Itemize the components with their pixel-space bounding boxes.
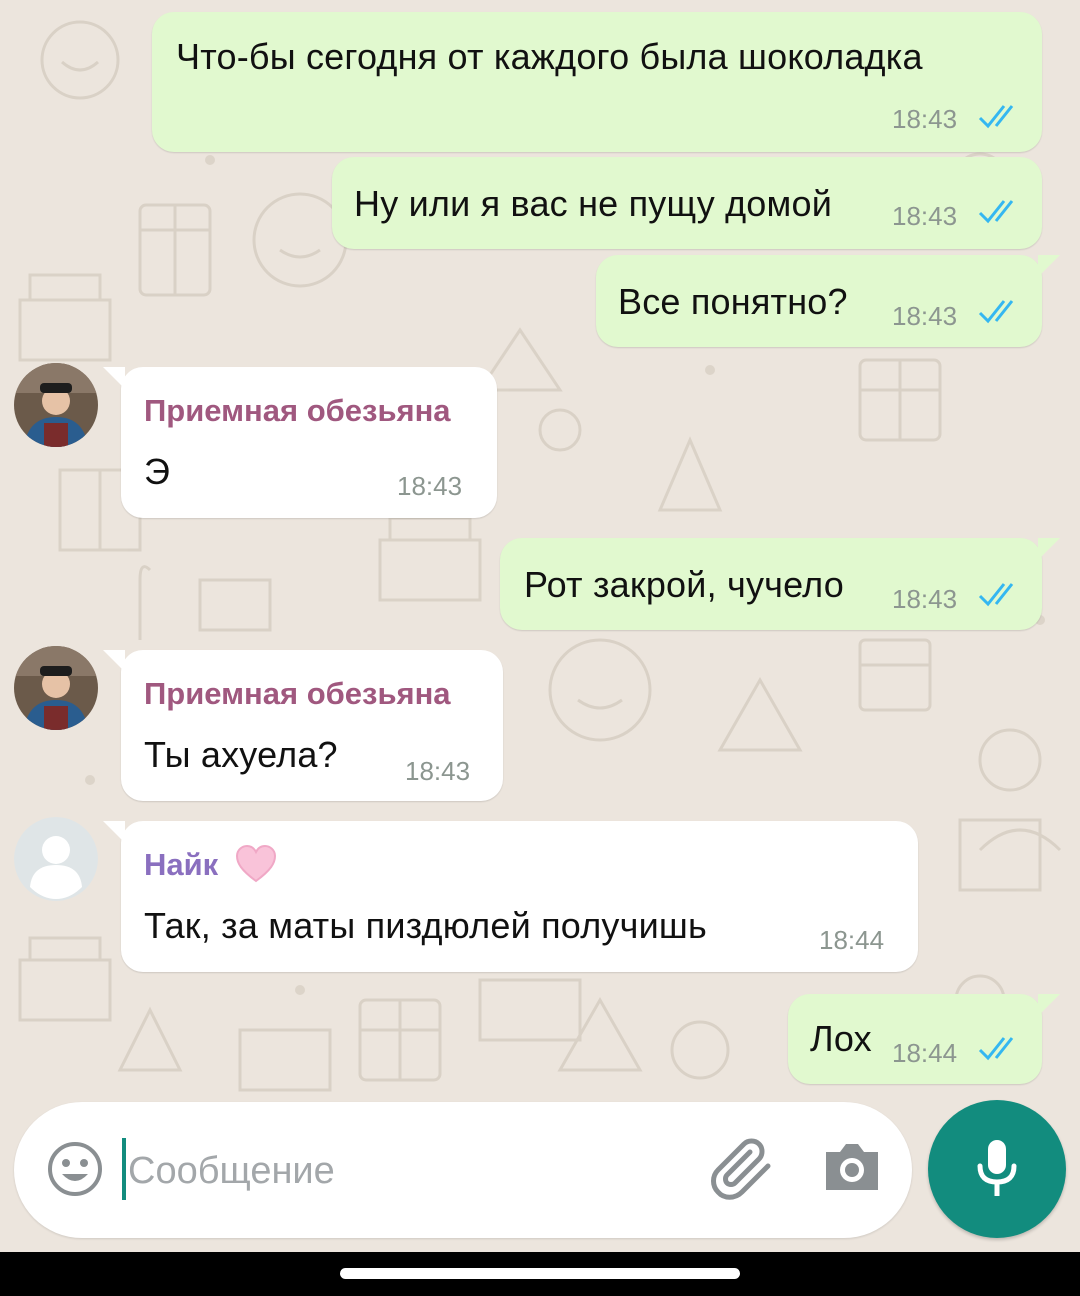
- emoji-icon[interactable]: [46, 1140, 104, 1198]
- message-time: 18:43: [892, 104, 958, 134]
- message-time: 18:43: [397, 471, 463, 501]
- sender-avatar[interactable]: [14, 646, 98, 730]
- avatar-photo-icon: [14, 363, 98, 447]
- sender-avatar[interactable]: [14, 363, 98, 447]
- read-receipt-icon: [978, 583, 1014, 607]
- message-text: Э: [144, 451, 171, 492]
- outgoing-message[interactable]: Рот закрой, чучело 18:43: [500, 538, 1060, 630]
- message-text: Лох: [810, 1018, 872, 1059]
- read-receipt-icon: [978, 300, 1014, 324]
- camera-icon[interactable]: [822, 1140, 882, 1192]
- message-time: 18:44: [892, 1038, 958, 1068]
- sender-name: Приемная обезьяна: [144, 393, 451, 428]
- incoming-message[interactable]: Приемная обезьяна Ты ахуела? 18:43: [103, 650, 503, 801]
- message-text: Так, за маты пиздюлей получишь: [144, 905, 707, 946]
- sender-avatar-default[interactable]: [14, 817, 98, 901]
- message-composer: [14, 1102, 912, 1238]
- outgoing-message[interactable]: Что-бы сегодня от каждого была шоколадка…: [152, 12, 1042, 152]
- message-text: Ты ахуела?: [144, 734, 338, 775]
- outgoing-message[interactable]: Лох 18:44: [788, 994, 1060, 1084]
- default-person-icon: [14, 817, 98, 901]
- sender-name: Найк: [144, 847, 219, 882]
- read-receipt-icon: [978, 105, 1014, 129]
- incoming-message[interactable]: Приемная обезьяна Э 18:43: [103, 367, 497, 518]
- read-receipt-icon: [978, 1037, 1014, 1061]
- heart-icon: [235, 845, 277, 883]
- message-text: Что-бы сегодня от каждого была шоколадка: [176, 36, 923, 77]
- message-list[interactable]: Что-бы сегодня от каждого была шоколадка…: [0, 0, 1080, 1100]
- message-text: Все понятно?: [618, 281, 848, 322]
- home-gesture-handle[interactable]: [340, 1268, 740, 1279]
- outgoing-message[interactable]: Все понятно? 18:43: [596, 255, 1060, 347]
- message-time: 18:43: [892, 584, 958, 614]
- mic-icon: [977, 1140, 1017, 1196]
- message-time: 18:43: [892, 201, 958, 231]
- read-receipt-icon: [978, 200, 1014, 224]
- message-time: 18:43: [892, 301, 958, 331]
- message-text: Рот закрой, чучело: [524, 564, 844, 605]
- voice-record-button[interactable]: [928, 1100, 1066, 1238]
- sender-name: Приемная обезьяна: [144, 676, 451, 711]
- message-time: 18:44: [819, 925, 885, 955]
- avatar-photo-icon: [14, 646, 98, 730]
- attach-icon[interactable]: [710, 1138, 780, 1200]
- message-text: Ну или я вас не пущу домой: [354, 183, 832, 224]
- incoming-message[interactable]: Найк Так, за маты пиздюлей получишь 18:4…: [103, 821, 918, 972]
- message-time: 18:43: [405, 756, 471, 786]
- message-input[interactable]: [126, 1132, 690, 1210]
- outgoing-message[interactable]: Ну или я вас не пущу домой 18:43: [332, 157, 1042, 249]
